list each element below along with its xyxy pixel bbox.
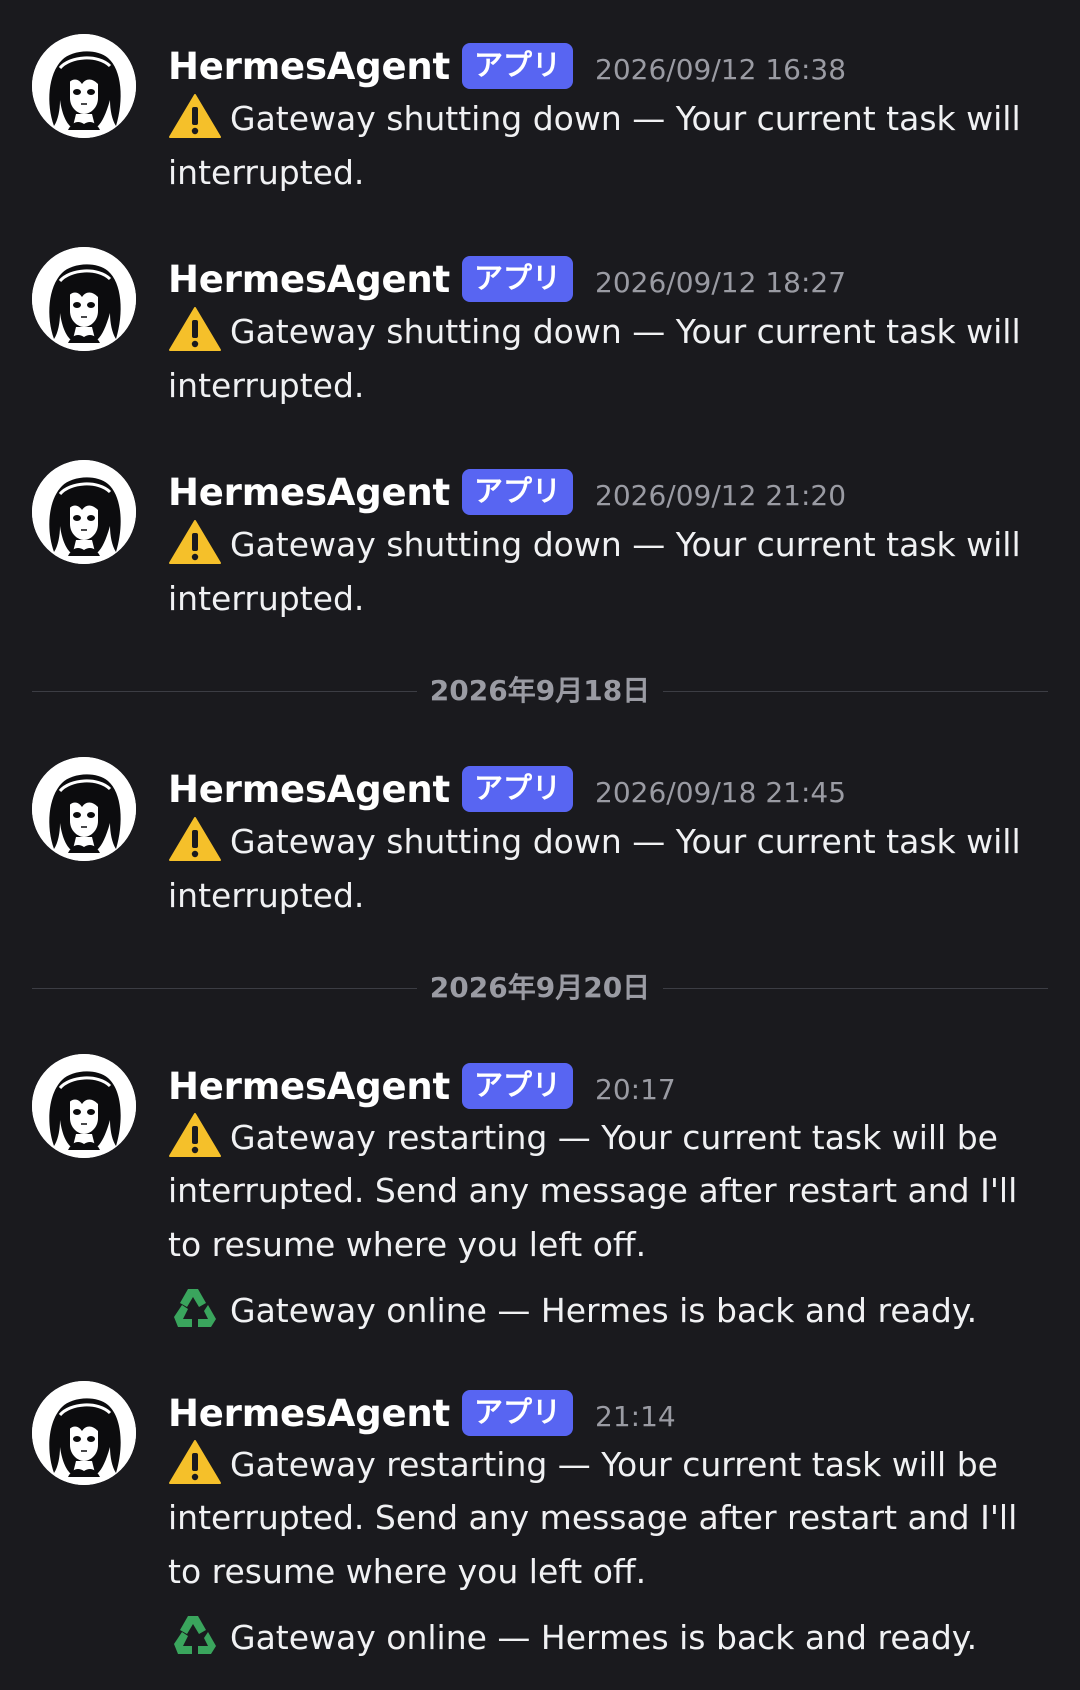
warning-icon <box>168 306 222 352</box>
message-header: HermesAgent アプリ 2026/09/12 16:38 <box>168 40 846 92</box>
message-line: interrupted. Send any message after rest… <box>168 1166 1026 1220</box>
app-badge: アプリ <box>462 256 574 302</box>
app-badge: アプリ <box>462 1063 574 1109</box>
avatar[interactable] <box>32 757 136 861</box>
avatar[interactable] <box>32 1381 136 1485</box>
timestamp[interactable]: 2026/09/12 18:27 <box>595 260 846 299</box>
message-content: Gateway restarting — Your current task w… <box>168 1439 1026 1665</box>
timestamp[interactable]: 20:17 <box>595 1067 676 1106</box>
avatar[interactable] <box>32 1054 136 1158</box>
username[interactable]: HermesAgent <box>168 45 450 88</box>
message-line: Gateway shutting down — Your current tas… <box>168 92 1026 146</box>
message-content: Gateway restarting — Your current task w… <box>168 1112 1026 1338</box>
username[interactable]: HermesAgent <box>168 1392 450 1435</box>
message-text: interrupted. Send any message after rest… <box>168 1171 1026 1210</box>
timestamp[interactable]: 2026/09/18 21:45 <box>595 770 846 809</box>
message-line: Gateway online — Hermes is back and read… <box>168 1611 1026 1665</box>
timestamp[interactable]: 21:14 <box>595 1394 676 1433</box>
warning-icon <box>168 1112 222 1158</box>
message-paragraph: Gateway restarting — Your current task w… <box>168 1439 1026 1601</box>
message-text: Gateway shutting down — Your current tas… <box>230 525 1026 564</box>
username[interactable]: HermesAgent <box>168 1065 450 1108</box>
avatar[interactable] <box>32 460 136 564</box>
message-text: interrupted. <box>168 153 365 192</box>
recycle-icon <box>168 1612 222 1658</box>
timestamp[interactable]: 2026/09/12 21:20 <box>595 473 846 512</box>
warning-icon <box>168 1439 222 1485</box>
app-badge: アプリ <box>462 43 574 89</box>
message-line: interrupted. <box>168 146 1026 200</box>
message-content: Gateway shutting down — Your current tas… <box>168 815 1026 923</box>
message-line: Gateway shutting down — Your current tas… <box>168 815 1026 869</box>
message-line: Gateway restarting — Your current task w… <box>168 1112 1026 1166</box>
message-text: Gateway shutting down — Your current tas… <box>230 822 1026 861</box>
message-text: Gateway restarting — Your current task w… <box>230 1118 998 1157</box>
warning-icon <box>168 816 222 862</box>
message-text: interrupted. <box>168 366 365 405</box>
message-line: interrupted. <box>168 572 1026 626</box>
message-header: HermesAgent アプリ 2026/09/18 21:45 <box>168 763 846 815</box>
message-text: to resume where you left off. <box>168 1225 647 1264</box>
message-text: interrupted. <box>168 876 365 915</box>
warning-icon <box>168 519 222 565</box>
message-line: interrupted. <box>168 359 1026 413</box>
message-text: Gateway online — Hermes is back and read… <box>230 1618 978 1657</box>
message-line: to resume where you left off. <box>168 1547 1026 1601</box>
message-header: HermesAgent アプリ 21:14 <box>168 1387 676 1439</box>
message-paragraph: Gateway restarting — Your current task w… <box>168 1112 1026 1274</box>
app-badge: アプリ <box>462 766 574 812</box>
username[interactable]: HermesAgent <box>168 258 450 301</box>
message-line: interrupted. <box>168 869 1026 923</box>
avatar[interactable] <box>32 34 136 138</box>
message-content: Gateway shutting down — Your current tas… <box>168 92 1026 200</box>
message-text: interrupted. <box>168 579 365 618</box>
message-header: HermesAgent アプリ 2026/09/12 21:20 <box>168 466 846 518</box>
divider-line <box>663 988 1048 989</box>
message-content: Gateway shutting down — Your current tas… <box>168 518 1026 626</box>
username[interactable]: HermesAgent <box>168 768 450 811</box>
app-badge: アプリ <box>462 469 574 515</box>
divider-line <box>663 691 1048 692</box>
message-header: HermesAgent アプリ 2026/09/12 18:27 <box>168 253 846 305</box>
message-text: interrupted. Send any message after rest… <box>168 1498 1026 1537</box>
avatar[interactable] <box>32 247 136 351</box>
recycle-icon <box>168 1285 222 1331</box>
message-line: Gateway restarting — Your current task w… <box>168 1439 1026 1493</box>
message-line: Gateway shutting down — Your current tas… <box>168 518 1026 572</box>
message-text: Gateway shutting down — Your current tas… <box>230 312 1026 351</box>
username[interactable]: HermesAgent <box>168 471 450 514</box>
app-badge: アプリ <box>462 1390 574 1436</box>
message-feed: HermesAgent アプリ 2026/09/12 16:38 Gateway… <box>0 0 1080 1690</box>
message-text: Gateway online — Hermes is back and read… <box>230 1291 978 1330</box>
message-text: Gateway restarting — Your current task w… <box>230 1445 998 1484</box>
message-text: Gateway shutting down — Your current tas… <box>230 99 1026 138</box>
message-line: Gateway online — Hermes is back and read… <box>168 1284 1026 1338</box>
warning-icon <box>168 93 222 139</box>
message-content: Gateway shutting down — Your current tas… <box>168 305 1026 413</box>
message-line: interrupted. Send any message after rest… <box>168 1493 1026 1547</box>
message-line: Gateway shutting down — Your current tas… <box>168 305 1026 359</box>
date-divider: 2026年9月20日 <box>32 968 1048 1008</box>
date-divider: 2026年9月18日 <box>32 671 1048 711</box>
timestamp[interactable]: 2026/09/12 16:38 <box>595 47 846 86</box>
message-text: to resume where you left off. <box>168 1552 647 1591</box>
message-line: to resume where you left off. <box>168 1220 1026 1274</box>
message-header: HermesAgent アプリ 20:17 <box>168 1060 676 1112</box>
